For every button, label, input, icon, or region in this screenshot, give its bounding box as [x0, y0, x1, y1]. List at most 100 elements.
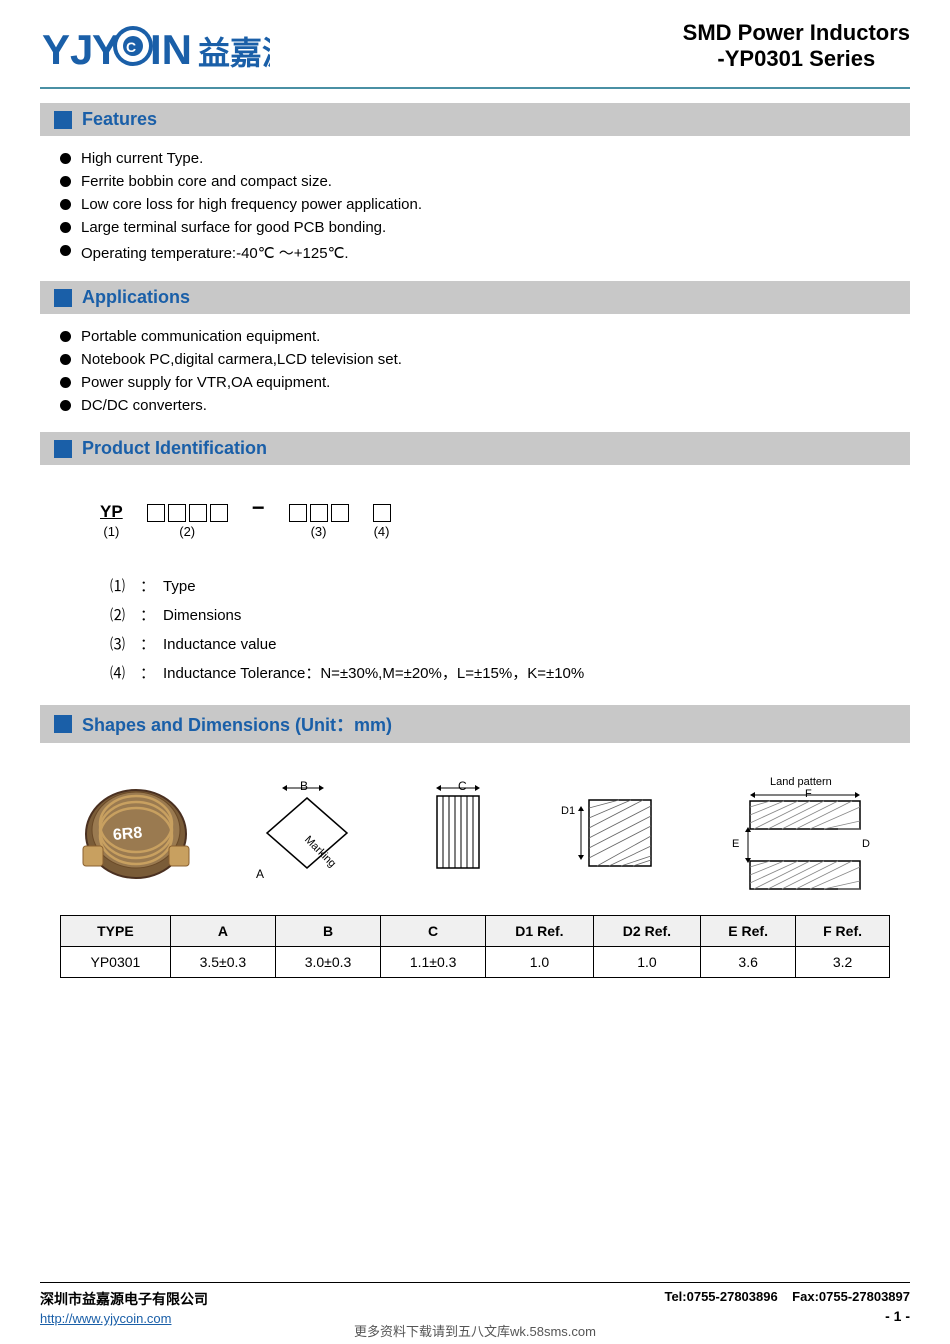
side-view-svg: C [423, 778, 508, 888]
diagram-yp-label: YP [100, 502, 123, 522]
legend-num: ⑵ [110, 604, 140, 625]
list-item: High current Type. [60, 150, 910, 167]
bullet-dot [60, 245, 71, 256]
th-type: TYPE [61, 916, 171, 947]
b-label-text: B [300, 779, 308, 793]
applications-icon [54, 289, 72, 307]
legend-item: ⑷ ： Inductance Tolerance：N=±30%,M=±20%，L… [110, 662, 870, 683]
inductor-drawing: 6R8 [81, 786, 191, 881]
end-view-drawing: D1 [559, 778, 659, 888]
features-icon [54, 111, 72, 129]
legend-item: ⑶ ： Inductance value [110, 633, 870, 654]
product-id-icon [54, 440, 72, 458]
diagram-num-3: (3) [311, 524, 327, 539]
td-c: 1.1±0.3 [381, 947, 486, 978]
diamond-drawing: B Marking A [242, 778, 372, 888]
product-id-diagram: YP (1) (2) − [40, 475, 910, 565]
bullet-dot [60, 153, 71, 164]
product-id-header: Product Identification [40, 432, 910, 465]
diagram-box [147, 504, 165, 522]
diagram-dash: − [252, 495, 265, 539]
diamond-svg: B Marking A [242, 778, 372, 888]
inductor-svg: 6R8 [81, 786, 191, 881]
legend-num: ⑷ [110, 662, 140, 683]
td-d2: 1.0 [593, 947, 701, 978]
diagram-num-4: (4) [374, 524, 390, 539]
list-item: Power supply for VTR,OA equipment. [60, 374, 910, 391]
title-sub: -YP0301 Series [683, 46, 910, 72]
logo-svg: Y J Y C IN 益嘉源 [40, 20, 270, 75]
bullet-dot [60, 354, 71, 365]
inductor-label-text: 6R8 [112, 824, 143, 844]
end-view-svg: D1 [559, 778, 659, 888]
applications-header: Applications [40, 281, 910, 314]
td-d1: 1.0 [486, 947, 594, 978]
list-item: Portable communication equipment. [60, 328, 910, 345]
list-item: DC/DC converters. [60, 397, 910, 414]
diagram-box [189, 504, 207, 522]
legend-colon: ： [140, 604, 155, 625]
bullet-dot [60, 377, 71, 388]
td-b: 3.0±0.3 [275, 947, 380, 978]
title-main: SMD Power Inductors [683, 20, 910, 46]
title-area: SMD Power Inductors -YP0301 Series [683, 20, 910, 72]
f-label-text: F [805, 788, 812, 800]
shapes-section: 6R8 B Marking [40, 753, 910, 988]
applications-list: Portable communication equipment. Notebo… [40, 324, 910, 428]
d2-label-text: D2 [862, 838, 870, 850]
diagram-box [168, 504, 186, 522]
marking-label-text: Marking [302, 834, 338, 870]
applications-title: Applications [82, 287, 190, 308]
diagram-box [310, 504, 328, 522]
th-d2: D2 Ref. [593, 916, 701, 947]
e-label-text: E [732, 838, 739, 850]
td-e: 3.6 [701, 947, 796, 978]
bullet-dot [60, 199, 71, 210]
svg-text:Y: Y [42, 26, 70, 73]
list-item: Ferrite bobbin core and compact size. [60, 173, 910, 190]
th-c: C [381, 916, 486, 947]
legend-colon: ： [140, 575, 155, 596]
diagram-part-2: (2) [147, 504, 228, 539]
list-item: Large terminal surface for good PCB bond… [60, 219, 910, 236]
features-title: Features [82, 109, 157, 130]
td-type: YP0301 [61, 947, 171, 978]
product-id-legend: ⑴ ： Type ⑵ ： Dimensions ⑶ ： Inductance v… [40, 565, 910, 701]
list-item: Notebook PC,digital carmera,LCD televisi… [60, 351, 910, 368]
table-header-row: TYPE A B C D1 Ref. D2 Ref. E Ref. F Ref. [61, 916, 890, 947]
diagram-box [373, 504, 391, 522]
legend-item: ⑴ ： Type [110, 575, 870, 596]
diagram-box [210, 504, 228, 522]
legend-item: ⑵ ： Dimensions [110, 604, 870, 625]
c-label-text: C [458, 779, 467, 793]
svg-text:C: C [126, 39, 136, 55]
watermark-bar: 更多资料下载请到五八文库wk.58sms.com [0, 1317, 950, 1344]
td-a: 3.5±0.3 [170, 947, 275, 978]
td-f: 3.2 [796, 947, 890, 978]
a-label-text: A [256, 867, 264, 881]
bullet-dot [60, 176, 71, 187]
d1-label-text: D1 [561, 805, 575, 817]
th-e: E Ref. [701, 916, 796, 947]
th-d1: D1 Ref. [486, 916, 594, 947]
shapes-diagrams: 6R8 B Marking [60, 763, 890, 909]
bullet-dot [60, 222, 71, 233]
footer-contact: Tel:0755-27803896 Fax:0755-27803897 [664, 1289, 910, 1304]
diagram-box [289, 504, 307, 522]
logo-area: Y J Y C IN 益嘉源 [40, 20, 270, 75]
shapes-icon [54, 715, 72, 733]
diagram-part-3: (3) [289, 504, 349, 539]
land-pattern-drawing: Land pattern F [710, 773, 870, 893]
legend-colon: ： [140, 662, 155, 683]
th-f: F Ref. [796, 916, 890, 947]
legend-num: ⑶ [110, 633, 140, 654]
th-b: B [275, 916, 380, 947]
shapes-title: Shapes and Dimensions (Unit：mm) [82, 711, 392, 737]
svg-text:IN: IN [150, 26, 192, 73]
table-row: YP0301 3.5±0.3 3.0±0.3 1.1±0.3 1.0 1.0 3… [61, 947, 890, 978]
dimensions-table: TYPE A B C D1 Ref. D2 Ref. E Ref. F Ref.… [60, 915, 890, 978]
diagram-num-2: (2) [179, 524, 195, 539]
shapes-header: Shapes and Dimensions (Unit：mm) [40, 705, 910, 743]
bullet-dot [60, 400, 71, 411]
th-a: A [170, 916, 275, 947]
